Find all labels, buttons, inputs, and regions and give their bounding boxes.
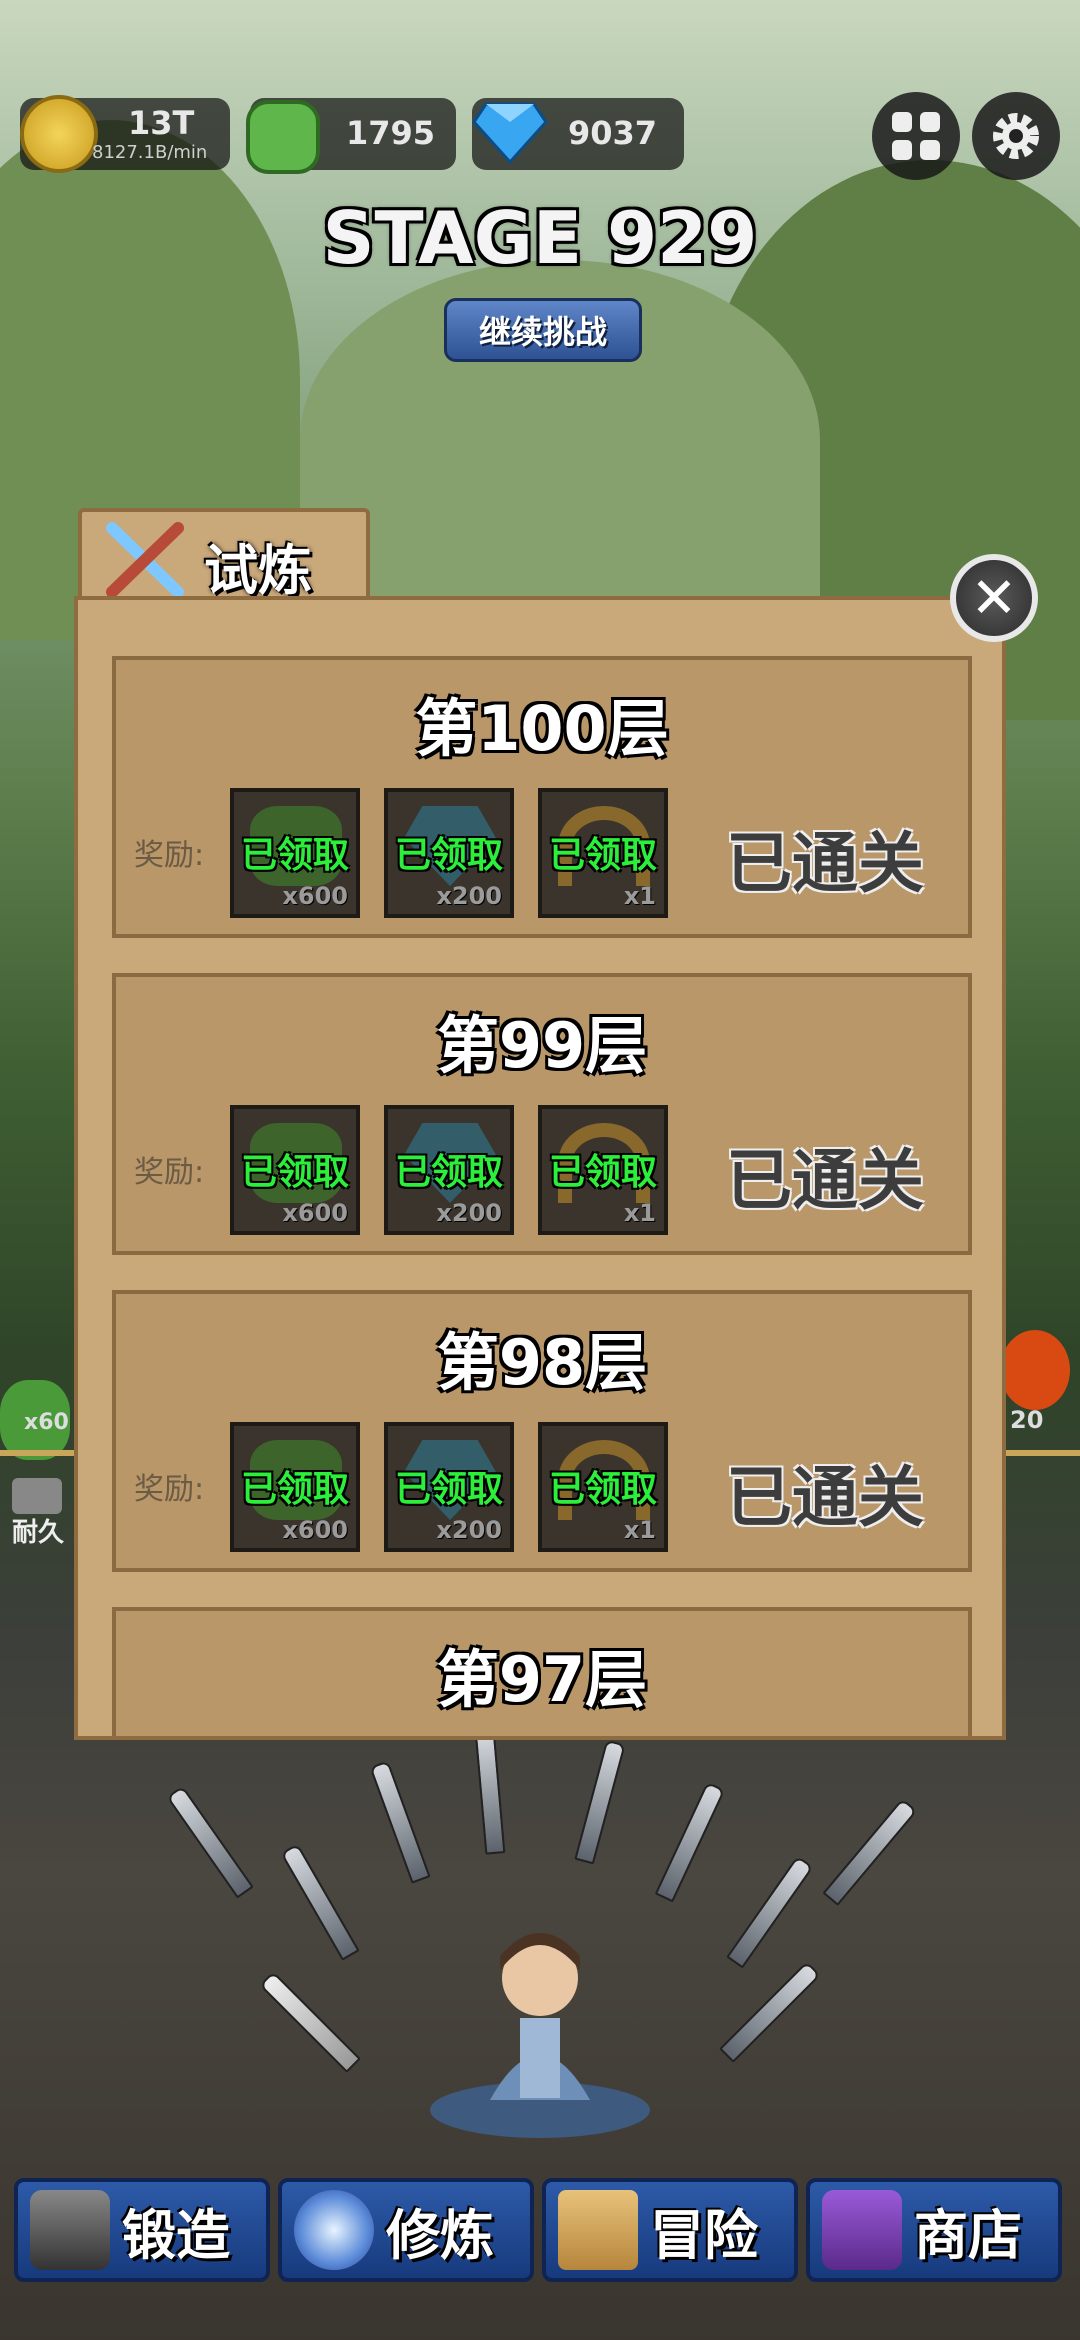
cleared-status: 已通关 (726, 825, 924, 902)
reward-slot[interactable]: 已领取 x600 (230, 1422, 360, 1552)
jade-ore-icon (246, 100, 320, 174)
nav-label: 冒险 (650, 2203, 758, 2267)
play-icon[interactable] (1000, 1330, 1070, 1410)
gear-icon (993, 113, 1039, 159)
reward-label: 奖励: (134, 1472, 205, 1507)
reward-label: 奖励: (134, 1155, 205, 1190)
crossed-swords-icon (106, 522, 184, 598)
cleared-status: 已通关 (726, 1142, 924, 1219)
sword-icon (654, 1781, 726, 1903)
reward-qty: x600 (282, 882, 348, 910)
reward-qty: x200 (436, 1199, 502, 1227)
trial-title: 试炼 (204, 539, 312, 602)
close-button[interactable]: ✕ (950, 554, 1038, 642)
claimed-label: 已领取 (240, 835, 349, 876)
gold-amount: 13T (128, 104, 195, 142)
reward-slot[interactable]: 已领取 x200 (384, 1422, 514, 1552)
reward-slot[interactable]: 已领取 x1 (538, 1105, 668, 1235)
claimed-label: 已领取 (548, 835, 657, 876)
floor-name: 第98层 (436, 1326, 648, 1399)
nav-label: 商店 (914, 2203, 1022, 2267)
diamond-icon (472, 102, 548, 164)
sword-icon (369, 1760, 431, 1884)
floor-name: 第97层 (436, 1643, 648, 1716)
meditating-hero (430, 1933, 650, 2138)
sword-icon (166, 1785, 254, 1899)
spirit-orb-icon (294, 2190, 374, 2270)
reward-slot[interactable]: 已领取 x600 (230, 788, 360, 918)
settings-button[interactable] (972, 92, 1060, 180)
map-icon (558, 2190, 638, 2270)
anvil-icon (30, 2190, 110, 2270)
close-icon: ✕ (970, 565, 1018, 631)
claimed-label: 已领取 (394, 835, 503, 876)
floor-card: 第98层 奖励: 已领取 x600 已领取 x200 已领取 x1 已通关 (112, 1290, 972, 1572)
nav-label: 锻造 (122, 2203, 230, 2267)
floor-card: 第99层 奖励: 已领取 x600 已领取 x200 已领取 x1 已通关 (112, 973, 972, 1255)
reward-qty: x600 (282, 1199, 348, 1227)
side-counter: 20 (1010, 1406, 1044, 1434)
trial-panel: 第100层 奖励: 已领取 x600 已领取 x200 已领取 x1 已通关 第… (74, 596, 1006, 1740)
gold-counter: 13T 8127.1B/min (20, 95, 230, 173)
reward-qty: x1 (623, 1199, 656, 1227)
durability-label: 耐久 (12, 1518, 65, 1548)
jade-amount: 1795 (346, 114, 436, 152)
gold-rate: 8127.1B/min (92, 142, 208, 163)
anvil-icon (12, 1478, 62, 1514)
menu-grid-button[interactable] (872, 92, 960, 180)
nav-label: 修炼 (386, 2203, 494, 2267)
reward-slot[interactable]: 已领取 x200 (384, 788, 514, 918)
sword-icon (822, 1798, 918, 1906)
trial-tab: 试炼 (78, 508, 370, 608)
diamond-amount: 9037 (568, 114, 658, 152)
sword-icon (574, 1739, 626, 1865)
nav-cultivate[interactable]: 修炼 (278, 2178, 534, 2282)
continue-challenge-button[interactable]: 继续挑战 (444, 298, 642, 362)
reward-qty: x200 (436, 882, 502, 910)
nav-forge[interactable]: 锻造 (14, 2178, 270, 2282)
reward-qty: x1 (623, 1516, 656, 1544)
floor-card: 第97层 (112, 1607, 972, 1736)
claimed-label: 已领取 (240, 1152, 349, 1193)
diamond-counter: 9037 (472, 98, 684, 170)
claimed-label: 已领取 (394, 1469, 503, 1510)
reward-slot[interactable]: 已领取 x200 (384, 1105, 514, 1235)
treasure-chest-icon (822, 2190, 902, 2270)
sword-icon (726, 1855, 814, 1969)
jade-counter: 1795 (246, 98, 456, 174)
reward-qty: x200 (436, 1516, 502, 1544)
floor-name: 第99层 (436, 1009, 648, 1082)
sword-icon (259, 1971, 361, 2073)
gold-coin-icon (20, 95, 98, 173)
nav-shop[interactable]: 商店 (806, 2178, 1062, 2282)
reward-qty: x600 (282, 1516, 348, 1544)
side-item-qty: x60 (24, 1410, 69, 1435)
floor-card: 第100层 奖励: 已领取 x600 已领取 x200 已领取 x1 已通关 (112, 656, 972, 938)
claimed-label: 已领取 (394, 1152, 503, 1193)
claimed-label: 已领取 (548, 1469, 657, 1510)
stage-title: STAGE 929 (322, 196, 758, 280)
reward-slot[interactable]: 已领取 x600 (230, 1105, 360, 1235)
claimed-label: 已领取 (240, 1469, 349, 1510)
grid-icon (892, 112, 940, 160)
cleared-status: 已通关 (726, 1459, 924, 1536)
reward-slot[interactable]: 已领取 x1 (538, 1422, 668, 1552)
sword-icon (719, 1961, 821, 2063)
floor-name: 第100层 (415, 692, 669, 765)
reward-qty: x1 (623, 882, 656, 910)
claimed-label: 已领取 (548, 1152, 657, 1193)
sword-icon (474, 1729, 506, 1855)
reward-slot[interactable]: 已领取 x1 (538, 788, 668, 918)
sword-icon (280, 1843, 360, 1961)
reward-label: 奖励: (134, 838, 205, 873)
nav-adventure[interactable]: 冒险 (542, 2178, 798, 2282)
